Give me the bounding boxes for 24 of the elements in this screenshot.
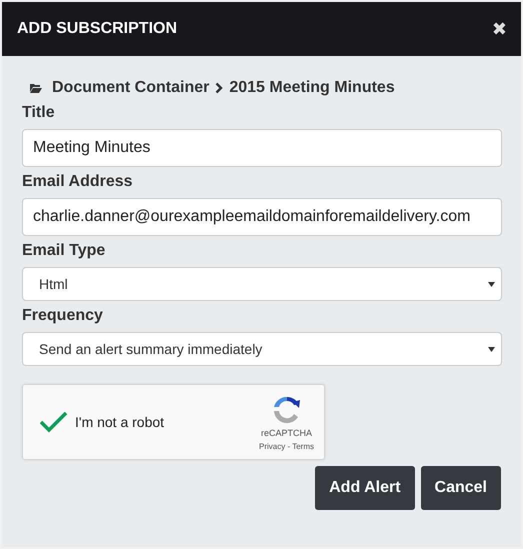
add-alert-button[interactable]: Add Alert <box>315 466 415 510</box>
dropdown[interactable]: Html <box>22 267 502 301</box>
dropdown[interactable]: Send an alert summary immediately <box>22 332 502 366</box>
field-label: Email Address <box>22 173 134 191</box>
input-field[interactable]: charlie.danner@ourexampleemaildomainforemaildelivery.com <box>22 198 502 236</box>
chevron-icon <box>215 82 224 94</box>
caret-icon <box>488 282 495 286</box>
cancel-button[interactable]: Cancel <box>420 466 501 510</box>
caret-icon <box>488 346 495 352</box>
captcha-brand: reCAPTCHA <box>261 428 312 438</box>
breadcrumb-item[interactable]: Document Container <box>52 79 210 97</box>
link-separator: - <box>286 442 292 450</box>
dialog-title: ADD SUBSCRIPTION <box>17 20 178 38</box>
field-label: Frequency <box>22 307 104 325</box>
captcha-checkbox[interactable] <box>39 409 69 435</box>
field-label: Email Type <box>22 242 106 260</box>
privacy-link[interactable]: Privacy <box>259 442 286 450</box>
close-button[interactable]: ✖ <box>492 18 507 40</box>
breadcrumb-item[interactable]: 2015 Meeting Minutes <box>229 79 395 97</box>
input-field[interactable]: Meeting Minutes <box>22 129 502 167</box>
captcha-label: I'm not a robot <box>75 414 166 430</box>
folder-icon <box>30 83 42 93</box>
field-label: Title <box>22 104 56 122</box>
terms-link[interactable]: Terms <box>292 442 314 450</box>
